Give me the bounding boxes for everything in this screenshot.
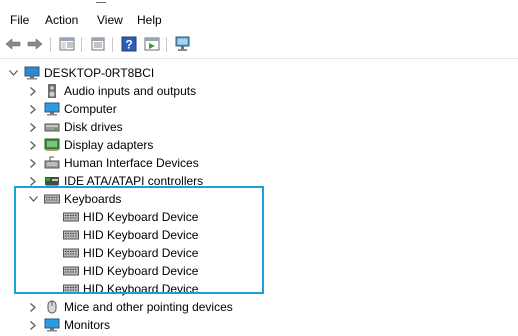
expand-chevron-icon[interactable] — [28, 100, 38, 118]
display-adapter-icon — [44, 137, 60, 153]
tree-category[interactable]: Computer — [28, 100, 117, 118]
menu-file[interactable]: File — [10, 12, 29, 28]
run-icon[interactable] — [142, 35, 162, 53]
category-label: Human Interface Devices — [64, 156, 199, 170]
category-label: Mice and other pointing devices — [64, 300, 233, 314]
expand-chevron-icon[interactable] — [28, 316, 38, 334]
toolbar-separator — [81, 37, 82, 52]
disk-drive-icon — [44, 119, 60, 135]
toolbar-separator — [50, 37, 51, 52]
keyboards-highlight-box — [14, 186, 264, 294]
category-label: Display adapters — [64, 138, 154, 152]
category-label: Computer — [64, 102, 117, 116]
window-title-strip — [0, 0, 518, 8]
menu-bar: File Action View Help — [0, 8, 518, 30]
title-glyph-icon — [96, 0, 106, 3]
back-arrow-icon[interactable] — [3, 35, 23, 53]
menu-action[interactable]: Action — [45, 12, 78, 28]
category-label: Audio inputs and outputs — [64, 84, 197, 98]
help-icon[interactable]: ? — [119, 35, 139, 53]
speaker-icon — [44, 83, 60, 99]
tree-category[interactable]: Human Interface Devices — [28, 154, 199, 172]
expand-chevron-icon[interactable] — [28, 136, 38, 154]
category-label: Disk drives — [64, 120, 123, 134]
expand-chevron-icon[interactable] — [28, 154, 38, 172]
forward-arrow-icon[interactable] — [25, 35, 45, 53]
collapse-chevron-icon[interactable] — [8, 64, 18, 82]
expand-chevron-icon[interactable] — [28, 82, 38, 100]
tree-category[interactable]: Display adapters — [28, 136, 153, 154]
hid-icon — [44, 155, 60, 171]
expand-chevron-icon[interactable] — [28, 118, 38, 136]
toolbar-separator — [112, 37, 113, 52]
root-label: DESKTOP-0RT8BCI — [44, 66, 155, 80]
mouse-icon — [44, 299, 60, 315]
scan-hardware-icon[interactable] — [173, 35, 193, 53]
tree-category[interactable]: Mice and other pointing devices — [28, 298, 233, 316]
monitor-icon — [44, 317, 60, 333]
svg-text:?: ? — [125, 38, 132, 52]
tree-root[interactable]: DESKTOP-0RT8BCI — [8, 64, 154, 82]
show-hide-tree-icon[interactable] — [57, 35, 77, 53]
properties-icon[interactable] — [88, 35, 108, 53]
tree-category[interactable]: Monitors — [28, 316, 110, 334]
menu-help[interactable]: Help — [137, 12, 162, 28]
category-label: Monitors — [64, 318, 111, 332]
computer-icon — [24, 65, 40, 81]
menu-view[interactable]: View — [97, 12, 123, 28]
toolbar-separator — [166, 37, 167, 52]
tree-category[interactable]: Audio inputs and outputs — [28, 82, 196, 100]
toolbar: ? — [0, 31, 518, 59]
expand-chevron-icon[interactable] — [28, 298, 38, 316]
tree-category[interactable]: Disk drives — [28, 118, 123, 136]
monitor-icon — [44, 101, 60, 117]
